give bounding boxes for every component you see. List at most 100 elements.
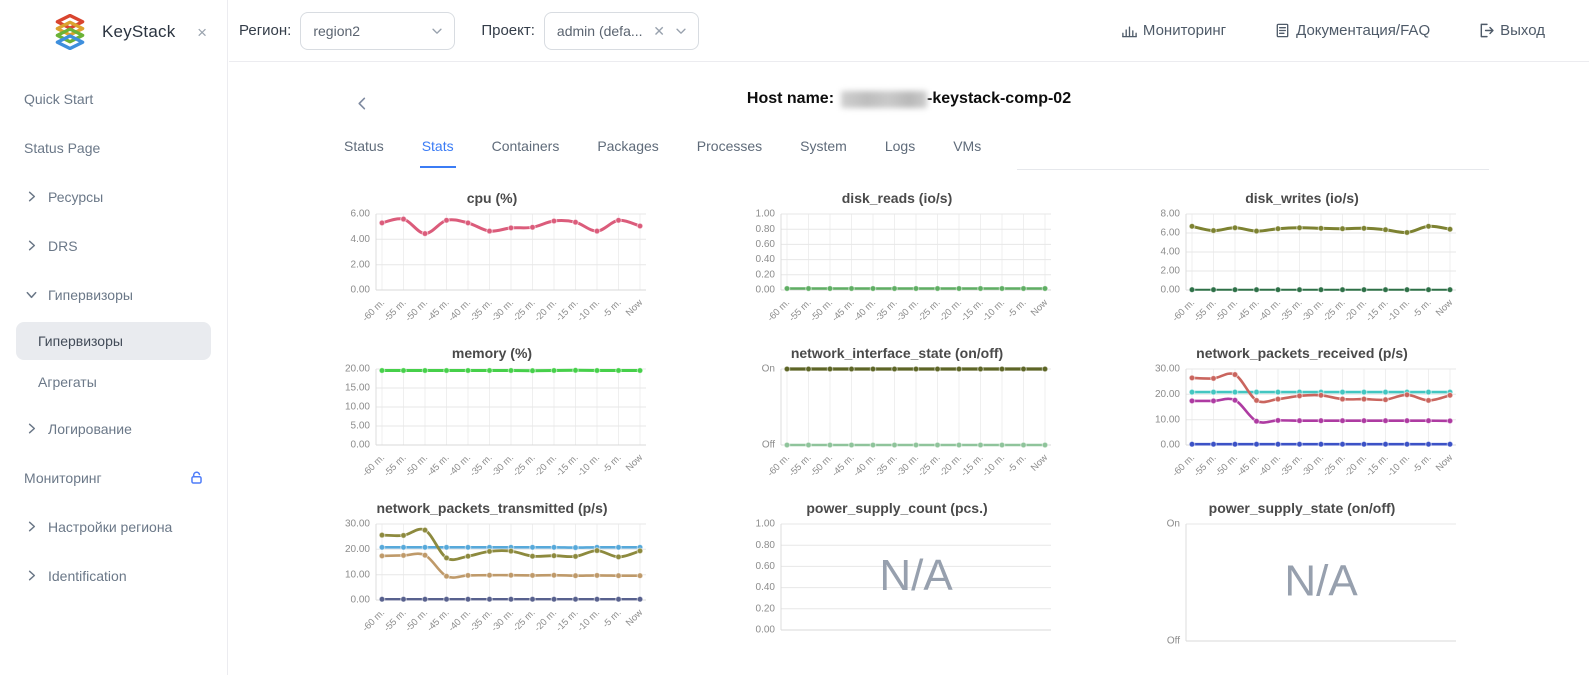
sidebar-item-label: DRS [48, 238, 78, 254]
region-select-value: region2 [313, 23, 430, 39]
project-select[interactable]: admin (defa... ✕ [544, 12, 699, 50]
svg-text:-60 m.: -60 m. [765, 452, 792, 479]
tab-containers[interactable]: Containers [490, 134, 562, 168]
topbar-menu-document[interactable]: Документация/FAQ [1274, 22, 1430, 39]
sidebar-item-identification[interactable]: Identification [0, 551, 227, 600]
svg-text:-10 m.: -10 m. [1385, 452, 1412, 479]
sidebar-item-label: Логирование [48, 421, 132, 437]
sidebar-item-label: Гипервизоры [38, 333, 123, 349]
clear-icon[interactable]: ✕ [653, 24, 665, 38]
svg-text:-60 m.: -60 m. [765, 297, 792, 324]
chart-plot: 20.0015.0010.005.000.00-60 m.-55 m.-50 m… [338, 363, 743, 493]
tab-vms[interactable]: VMs [951, 134, 983, 168]
svg-text:0.00: 0.00 [351, 440, 371, 451]
svg-text:-15 m.: -15 m. [554, 297, 581, 324]
svg-text:2.00: 2.00 [1161, 266, 1181, 277]
tab-status[interactable]: Status [342, 134, 386, 168]
tab-logs[interactable]: Logs [883, 134, 917, 168]
svg-text:-55 m.: -55 m. [787, 297, 814, 324]
svg-text:Now: Now [1029, 297, 1050, 318]
chevron-down-icon[interactable] [430, 24, 444, 38]
svg-text:0.20: 0.20 [756, 269, 776, 280]
svg-text:Now: Now [624, 297, 645, 318]
svg-text:0.00: 0.00 [351, 285, 371, 296]
svg-text:-20 m.: -20 m. [1342, 452, 1369, 479]
svg-text:0.40: 0.40 [756, 254, 776, 265]
chevron-right-icon[interactable] [24, 189, 39, 204]
svg-text:-30 m.: -30 m. [894, 452, 921, 479]
svg-text:-45 m.: -45 m. [425, 452, 452, 479]
chevron-down-icon[interactable] [24, 287, 39, 302]
lock-icon [188, 469, 205, 486]
tabs-bar-divider [1017, 134, 1489, 170]
svg-text:-35 m.: -35 m. [468, 297, 495, 324]
topbar-menu-logout[interactable]: Выход [1478, 22, 1545, 39]
sidebar-item-label: Мониторинг [24, 470, 102, 486]
sidebar-subitem-агрегаты[interactable]: Агрегаты [16, 363, 211, 401]
topbar: Регион: region2 Проект: admin (defa... ✕… [229, 0, 1589, 62]
chevron-down-icon[interactable] [674, 24, 688, 38]
logout-icon [1478, 22, 1495, 39]
svg-text:20.00: 20.00 [345, 544, 370, 555]
svg-text:6.00: 6.00 [351, 209, 371, 220]
svg-text:-30 m.: -30 m. [1299, 297, 1326, 324]
svg-text:-50 m.: -50 m. [1213, 297, 1240, 324]
back-button[interactable] [353, 94, 371, 112]
svg-text:-40 m.: -40 m. [446, 297, 473, 324]
svg-text:0.60: 0.60 [756, 561, 776, 572]
svg-text:30.00: 30.00 [1155, 364, 1180, 375]
sidebar-item-гипервизоры[interactable]: Гипервизоры [0, 270, 227, 319]
svg-text:4.00: 4.00 [351, 234, 371, 245]
svg-text:-35 m.: -35 m. [468, 452, 495, 479]
chart-title: network_interface_state (on/off) [743, 345, 1051, 361]
svg-text:-55 m.: -55 m. [787, 452, 814, 479]
chart-plot: 30.0020.0010.000.00-60 m.-55 m.-50 m.-45… [1148, 363, 1553, 493]
tab-system[interactable]: System [798, 134, 849, 168]
sidebar-item-настройки-региона[interactable]: Настройки региона [0, 502, 227, 551]
svg-text:30.00: 30.00 [345, 519, 370, 530]
chevron-right-icon[interactable] [24, 238, 39, 253]
sidebar-item-quick-start[interactable]: Quick Start [0, 74, 227, 123]
svg-text:-20 m.: -20 m. [532, 607, 559, 634]
svg-text:-20 m.: -20 m. [532, 297, 559, 324]
host-name-label: Host name: [747, 90, 834, 108]
tab-processes[interactable]: Processes [695, 134, 764, 168]
chevron-right-icon[interactable] [24, 519, 39, 534]
svg-text:0.00: 0.00 [756, 285, 776, 296]
svg-text:0.60: 0.60 [756, 239, 776, 250]
sidebar-item-мониторинг[interactable]: Мониторинг [0, 453, 227, 502]
svg-text:-15 m.: -15 m. [1364, 297, 1391, 324]
svg-text:4.00: 4.00 [1161, 247, 1181, 258]
logo-row: KeyStack × [0, 0, 227, 64]
tab-stats[interactable]: Stats [420, 134, 456, 168]
project-label: Проект: [481, 22, 535, 39]
svg-text:0.00: 0.00 [756, 625, 776, 636]
svg-text:8.00: 8.00 [1161, 209, 1181, 220]
sidebar-item-status-page[interactable]: Status Page [0, 123, 227, 172]
topbar-menu-label: Документация/FAQ [1296, 22, 1430, 39]
topbar-menu-label: Мониторинг [1143, 22, 1226, 39]
chart-title: network_packets_transmitted (p/s) [338, 500, 646, 516]
chevron-right-icon[interactable] [24, 421, 39, 436]
topbar-menu-monitoring-chart[interactable]: Мониторинг [1121, 22, 1226, 39]
chart-network-interface-state: network_interface_state (on/off)OnOff-60… [743, 345, 1148, 493]
sidebar-item-drs[interactable]: DRS [0, 221, 227, 270]
svg-text:On: On [762, 364, 775, 375]
tab-packages[interactable]: Packages [595, 134, 660, 168]
svg-text:-40 m.: -40 m. [1256, 297, 1283, 324]
sidebar-close-icon[interactable]: × [197, 24, 207, 41]
sidebar-item-ресурсы[interactable]: Ресурсы [0, 172, 227, 221]
chart-title: power_supply_state (on/off) [1148, 500, 1456, 516]
region-select[interactable]: region2 [300, 12, 455, 50]
svg-text:-45 m.: -45 m. [1235, 297, 1262, 324]
svg-text:-35 m.: -35 m. [873, 297, 900, 324]
brand-name: KeyStack [102, 22, 175, 42]
sidebar-item-label: Ресурсы [48, 189, 103, 205]
sidebar-item-label: Quick Start [24, 91, 93, 107]
sidebar-item-логирование[interactable]: Логирование [0, 404, 227, 453]
chart-power-supply-count: power_supply_count (pcs.)1.000.800.600.4… [743, 500, 1148, 649]
sidebar-subitem-гипервизоры[interactable]: Гипервизоры [16, 322, 211, 360]
svg-text:-45 m.: -45 m. [1235, 452, 1262, 479]
chevron-right-icon[interactable] [24, 568, 39, 583]
chart-plot: 8.006.004.002.000.00-60 m.-55 m.-50 m.-4… [1148, 208, 1553, 338]
